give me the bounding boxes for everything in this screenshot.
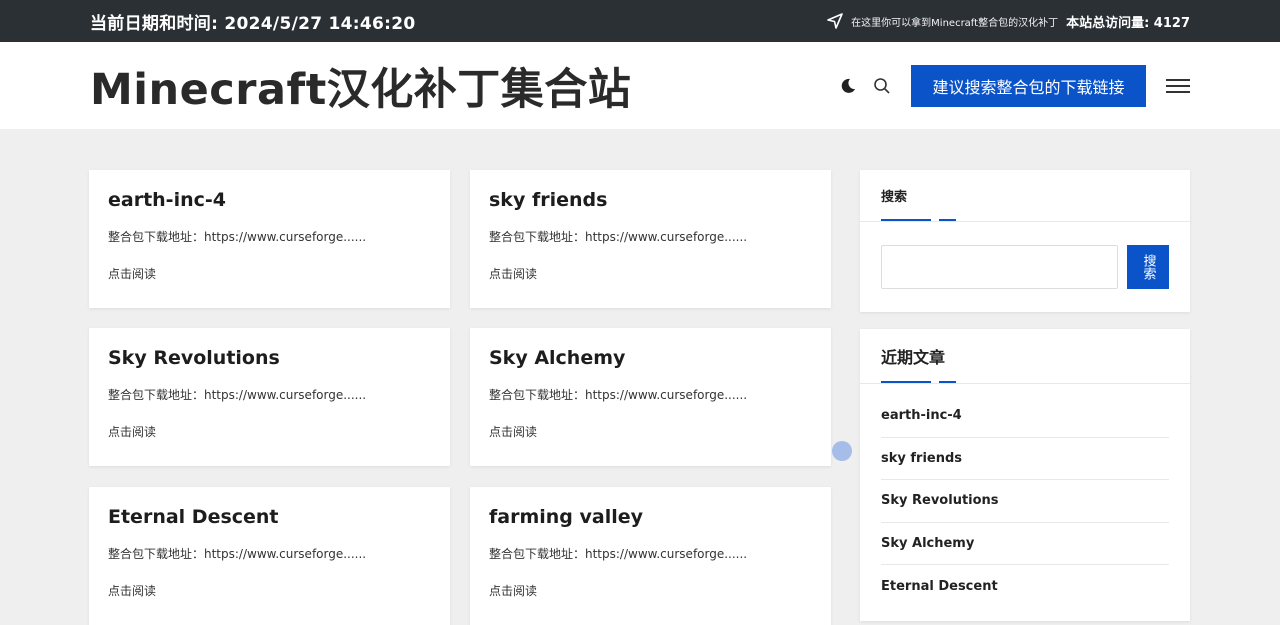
search-button[interactable]: 搜索 [1127,245,1169,289]
title-underline [881,219,956,221]
recent-posts-title: 近期文章 [881,348,946,367]
post-title[interactable]: farming valley [489,507,812,527]
search-widget-header: 搜索 [860,170,1190,222]
read-more-link[interactable]: 点击阅读 [489,582,537,599]
site-title[interactable]: Minecraft汉化补丁集合站 [90,55,839,117]
visit-counter: 本站总访问量: 4127 [1066,15,1190,31]
post-card: sky friends 整合包下载地址：https://www.cursefor… [470,170,831,308]
post-excerpt: 整合包下载地址：https://www.curseforge...... [489,547,748,561]
read-more-link[interactable]: 点击阅读 [108,423,156,440]
hamburger-menu-icon[interactable] [1166,78,1190,93]
read-more-link[interactable]: 点击阅读 [108,265,156,282]
search-input[interactable] [881,245,1118,289]
recent-posts-header: 近期文章 [860,329,1190,384]
search-form: 搜索 [860,222,1190,289]
recent-posts-widget: 近期文章 earth-inc-4 sky friends Sky Revolut… [860,329,1190,621]
post-title[interactable]: sky friends [489,190,812,210]
recent-post-link[interactable]: earth-inc-4 [881,395,1169,438]
current-datetime: 当前日期和时间: 2024/5/27 14:46:20 [90,13,416,34]
site-notice: 在这里你可以拿到Minecraft整合包的汉化补丁 [851,17,1059,29]
post-card: earth-inc-4 整合包下载地址：https://www.cursefor… [89,170,450,308]
search-widget-title: 搜索 [881,190,908,205]
post-card: Eternal Descent 整合包下载地址：https://www.curs… [89,487,450,625]
recent-post-link[interactable]: Sky Alchemy [881,523,1169,566]
moon-icon[interactable] [839,77,857,95]
post-card: Sky Revolutions 整合包下载地址：https://www.curs… [89,328,450,466]
post-excerpt: 整合包下载地址：https://www.curseforge...... [108,230,367,244]
read-more-link[interactable]: 点击阅读 [489,423,537,440]
title-underline [881,381,956,383]
post-title[interactable]: Sky Revolutions [108,348,431,368]
post-excerpt: 整合包下载地址：https://www.curseforge...... [489,230,748,244]
post-excerpt: 整合包下载地址：https://www.curseforge...... [489,388,748,402]
search-icon[interactable] [873,77,891,95]
main-content: earth-inc-4 整合包下载地址：https://www.cursefor… [89,170,1190,625]
post-card: Sky Alchemy 整合包下载地址：https://www.cursefor… [470,328,831,466]
top-bar: 当前日期和时间: 2024/5/27 14:46:20 在这里你可以拿到Mine… [0,0,1280,42]
read-more-link[interactable]: 点击阅读 [108,582,156,599]
post-title[interactable]: earth-inc-4 [108,190,431,210]
read-more-link[interactable]: 点击阅读 [489,265,537,282]
recent-post-link[interactable]: Eternal Descent [881,565,1169,608]
navigation-arrow-icon [827,13,843,29]
cursor-indicator [832,441,852,461]
post-excerpt: 整合包下载地址：https://www.curseforge...... [108,547,367,561]
recent-posts-list: earth-inc-4 sky friends Sky Revolutions … [860,384,1190,608]
search-widget: 搜索 搜索 [860,170,1190,312]
top-bar-right: 在这里你可以拿到Minecraft整合包的汉化补丁 本站总访问量: 4127 [827,12,1190,31]
recent-post-link[interactable]: Sky Revolutions [881,480,1169,523]
post-title[interactable]: Eternal Descent [108,507,431,527]
post-card: farming valley 整合包下载地址：https://www.curse… [470,487,831,625]
recent-post-link[interactable]: sky friends [881,438,1169,481]
post-excerpt: 整合包下载地址：https://www.curseforge...... [108,388,367,402]
header-tools: 建议搜索整合包的下载链接 [839,64,1190,107]
post-title[interactable]: Sky Alchemy [489,348,812,368]
site-header: Minecraft汉化补丁集合站 建议搜索整合包的下载链接 [0,42,1280,129]
suggest-download-link-button[interactable]: 建议搜索整合包的下载链接 [911,64,1146,107]
